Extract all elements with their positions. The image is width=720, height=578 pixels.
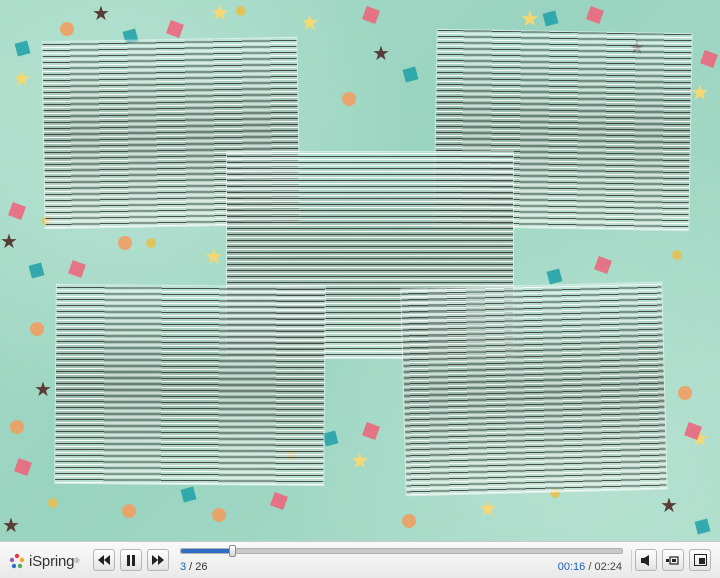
toolbar-divider [631, 550, 632, 572]
total-slide-count: 26 [195, 561, 208, 573]
elapsed-time: 00:16 [557, 561, 586, 573]
confetti-dot [30, 322, 44, 336]
progress-thumb[interactable] [228, 545, 236, 557]
ispring-logo: iSpring ® [8, 551, 79, 571]
confetti-square [700, 50, 718, 68]
rewind-icon [98, 555, 110, 565]
star-decoration: ★ [478, 496, 498, 521]
confetti-square [166, 20, 184, 38]
star-decoration: ★ [34, 379, 52, 401]
confetti-dot [672, 250, 682, 260]
progress-fill [181, 549, 232, 553]
confetti-square [14, 458, 32, 476]
confetti-square [594, 256, 612, 274]
next-slide-button[interactable] [147, 549, 169, 571]
confetti-dot [118, 236, 132, 250]
fullscreen-icon [693, 554, 707, 566]
slide-canvas: ★ ★ ★ ★ ★ ★ ★ ★ ★ ★ ★ ★ ★ ★ ★ ★ [0, 0, 720, 541]
confetti-square [322, 430, 339, 447]
slide-counter: 3 / 26 [180, 561, 208, 573]
playback-time: 00:16 / 02:24 [558, 561, 622, 573]
previous-slide-button[interactable] [93, 549, 115, 571]
confetti-square [14, 40, 31, 57]
fast-forward-icon [152, 555, 164, 565]
star-decoration: ★ [12, 66, 32, 91]
star-decoration: ★ [520, 6, 540, 31]
confetti-dot [236, 6, 246, 16]
confetti-square [28, 262, 45, 279]
slide-counter-separator: / [186, 561, 196, 573]
playback-progress-slider[interactable] [180, 545, 623, 557]
star-decoration: ★ [350, 448, 370, 473]
confetti-square [546, 268, 563, 285]
player-control-bar: iSpring ® 3 / 26 00:16 / 02:24 [0, 541, 720, 578]
confetti-square [8, 202, 26, 220]
pause-button[interactable] [120, 549, 142, 571]
confetti-dot [10, 420, 24, 434]
brand-name: iSpring [29, 552, 75, 570]
confetti-dot [342, 92, 356, 106]
confetti-square [402, 66, 419, 83]
confetti-dot [146, 238, 156, 248]
pause-icon [127, 554, 135, 566]
confetti-square [362, 6, 380, 24]
confetti-square [694, 518, 711, 535]
volume-button[interactable] [635, 549, 657, 571]
confetti-square [68, 260, 86, 278]
total-time: 02:24 [594, 561, 622, 573]
star-decoration: ★ [690, 80, 710, 105]
confetti-square [270, 492, 288, 510]
confetti-dot [678, 386, 692, 400]
confetti-square [180, 486, 197, 503]
star-decoration: ★ [372, 43, 390, 65]
confetti-square [362, 422, 380, 440]
star-decoration: ★ [0, 231, 18, 253]
layout-button[interactable] [662, 549, 684, 571]
ispring-logo-icon [8, 552, 26, 570]
confetti-dot [402, 514, 416, 528]
star-decoration: ★ [300, 10, 320, 35]
star-decoration: ★ [92, 3, 110, 25]
confetti-square [586, 6, 604, 24]
confetti-dot [60, 22, 74, 36]
photo-frame [401, 282, 667, 496]
star-decoration: ★ [210, 0, 230, 25]
star-decoration: ★ [204, 244, 224, 269]
photo-frame [55, 284, 325, 486]
confetti-dot [122, 504, 136, 518]
confetti-dot [212, 508, 226, 522]
volume-icon [641, 554, 649, 566]
fullscreen-button[interactable] [689, 549, 711, 571]
layout-icon [666, 555, 679, 565]
confetti-dot [48, 498, 58, 508]
confetti-square [542, 10, 559, 27]
star-decoration: ★ [660, 495, 678, 517]
star-decoration: ★ [2, 515, 20, 537]
brand-registered-mark: ® [74, 557, 80, 565]
